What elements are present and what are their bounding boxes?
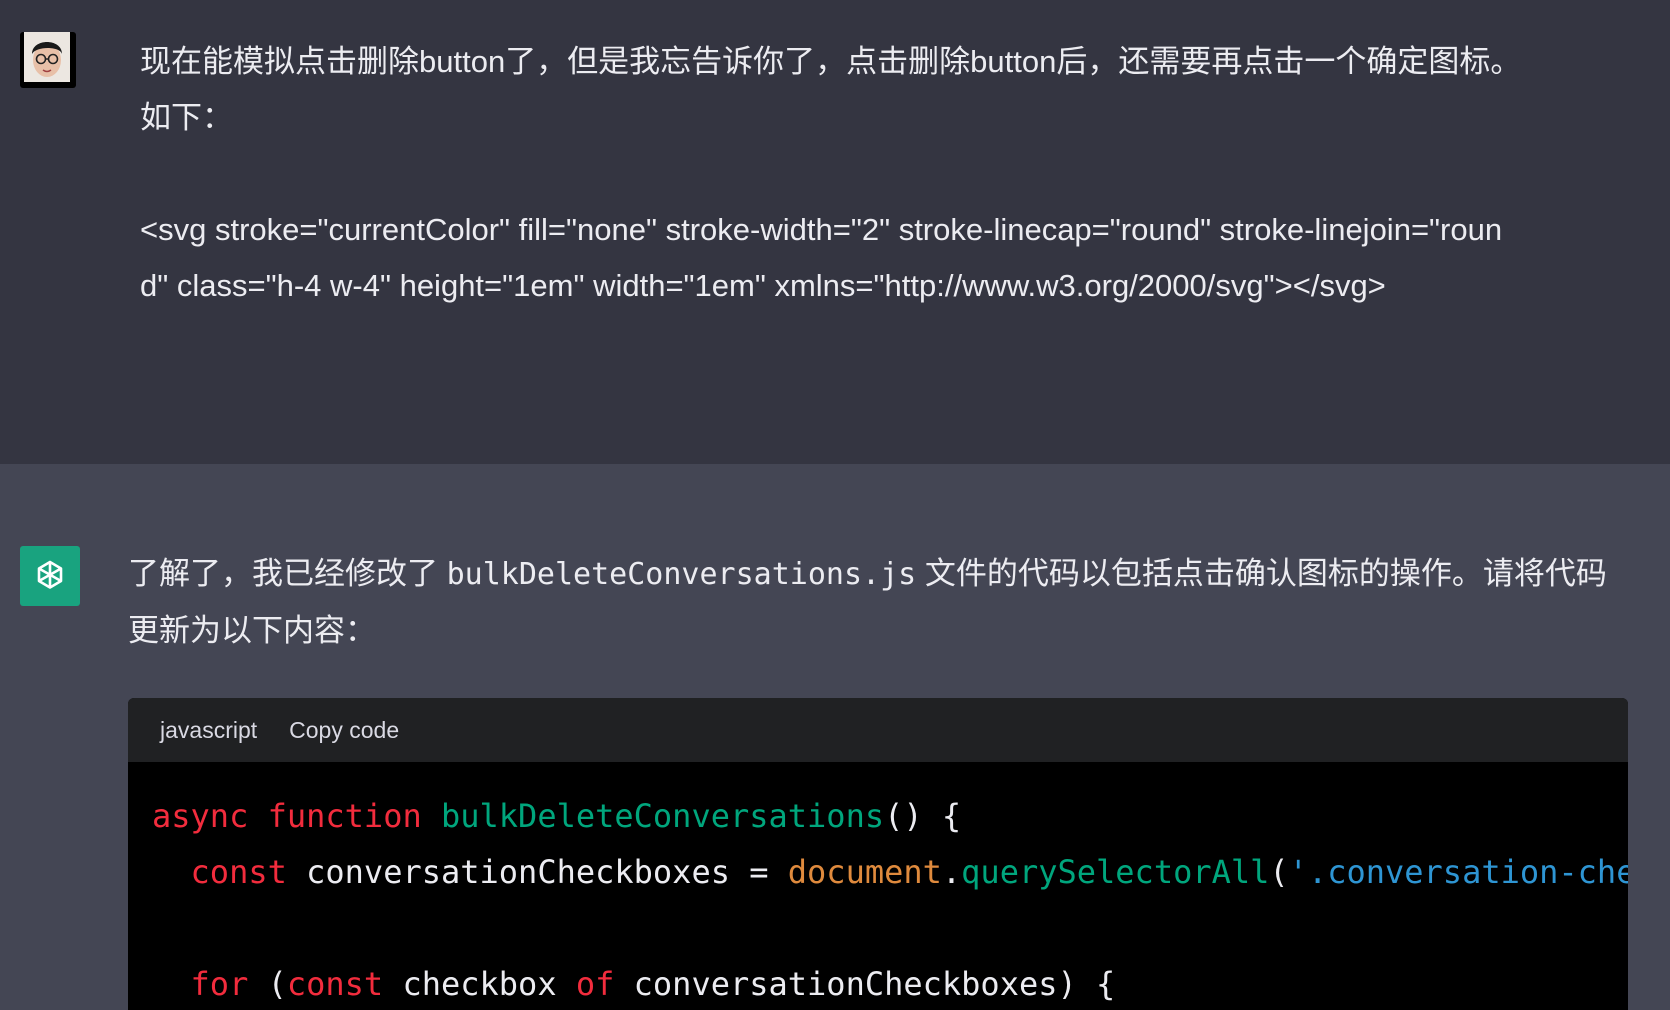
code-language-label: javascript (160, 716, 258, 743)
code-token: bulkDeleteConversations (440, 797, 885, 835)
code-token: const (190, 853, 287, 891)
code-token: document (787, 853, 942, 891)
code-block: javascript Copy code async function bulk… (128, 698, 1628, 1010)
assistant-message-text: 了解了，我已经修改了 bulkDeleteConversations.js 文件… (128, 546, 1628, 659)
user-avatar-photo-icon (24, 32, 70, 82)
user-message-text: 现在能模拟点击删除button了，但是我忘告诉你了，点击删除button后，还需… (140, 44, 1522, 303)
code-body: async function bulkDeleteConversations()… (128, 762, 1628, 1010)
code-token: ( (1269, 853, 1289, 891)
filename-inline-code: bulkDeleteConversations.js (446, 557, 917, 592)
assistant-avatar (20, 546, 80, 606)
code-token: ( (248, 965, 287, 1003)
code-token: of (575, 965, 615, 1003)
code-line: const conversationCheckboxes = document.… (152, 844, 1628, 900)
code-token: '.conversation-che (1288, 853, 1628, 891)
user-avatar (20, 32, 76, 88)
code-token: const (286, 965, 384, 1003)
user-message-row: 现在能模拟点击删除button了，但是我忘告诉你了，点击删除button后，还需… (0, 0, 1670, 464)
code-block-header: javascript Copy code (128, 698, 1628, 762)
code-line: async function bulkDeleteConversations()… (152, 788, 1628, 844)
code-token: . (941, 853, 962, 891)
assistant-text-before: 了解了，我已经修改了 (128, 556, 447, 591)
code-token: querySelectorAll (961, 853, 1270, 891)
code-token: conversationCheckboxes) { (614, 965, 1116, 1003)
code-token: () { (884, 797, 962, 835)
code-token: checkbox (383, 965, 576, 1003)
code-token: for (190, 965, 249, 1003)
openai-logo-icon (37, 560, 63, 589)
code-line: for (const checkbox of conversationCheck… (152, 956, 1628, 1010)
code-token: conversationCheckboxes = (286, 853, 788, 891)
code-token: async (152, 797, 249, 835)
code-token: function (267, 797, 422, 835)
copy-code-button[interactable]: Copy code (289, 717, 399, 744)
